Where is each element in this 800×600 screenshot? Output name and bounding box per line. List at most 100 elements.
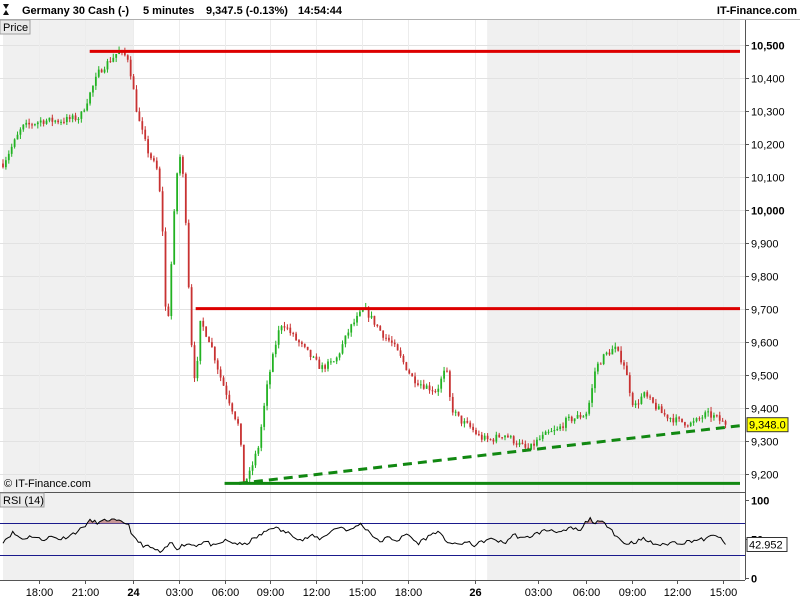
candle-body — [248, 470, 251, 479]
candle-body — [486, 435, 489, 440]
candle-body — [605, 352, 608, 355]
candle-body — [573, 418, 576, 422]
candle-body — [205, 326, 208, 337]
candle-body — [576, 414, 579, 419]
time-tick-label: 21:00 — [72, 587, 100, 599]
candle-body — [263, 405, 266, 427]
candle-body — [422, 384, 425, 389]
candle-body — [80, 111, 83, 119]
candle-body — [173, 211, 176, 265]
candle-body — [515, 443, 518, 445]
candle-body — [657, 406, 660, 410]
candle-body — [504, 435, 506, 438]
candle-body — [298, 340, 300, 343]
candle-body — [356, 315, 358, 323]
price-tick-label: 9,700 — [751, 305, 779, 317]
candle-body — [5, 160, 7, 168]
candle-body — [385, 337, 387, 339]
candle-body — [295, 333, 297, 341]
candle-body — [631, 392, 634, 406]
candle-body — [579, 414, 582, 418]
price-axis[interactable]: 10,500 10,400 10,300 10,200 10,100 10,000 9,90… — [745, 41, 785, 482]
candle-body — [599, 363, 602, 365]
candle-body — [614, 346, 617, 349]
candle-body — [483, 435, 486, 440]
candle-body — [22, 124, 25, 130]
candle-body — [399, 350, 402, 356]
price-tick-label: 9,800 — [751, 272, 779, 284]
candle-body — [144, 129, 147, 140]
candle-body — [536, 439, 538, 446]
candle-body — [251, 465, 254, 471]
candle-body — [446, 370, 448, 372]
candle-body — [477, 434, 480, 436]
time-axis[interactable]: 18:00 21:00 24 03:00 06:00 09:00 12:00 15:00 18:… — [26, 580, 738, 599]
candle-body — [89, 92, 91, 104]
candle-body — [692, 421, 695, 423]
candle-body — [556, 429, 559, 431]
candle-body — [315, 356, 318, 360]
candle-body — [51, 117, 54, 122]
candle-body — [187, 222, 190, 288]
candle-body — [707, 411, 710, 413]
candle-body — [335, 357, 338, 362]
price-tick-label: 10,400 — [751, 74, 785, 86]
candle-body — [42, 120, 45, 124]
candle-body — [184, 173, 187, 223]
candle-body — [216, 360, 219, 370]
time-tick-label: 18:00 — [395, 587, 423, 599]
last-price-value: 9,348.0 — [749, 420, 786, 432]
candle-body — [724, 421, 727, 425]
candle-body — [86, 103, 89, 111]
candle-body — [269, 371, 271, 385]
candle-body — [594, 371, 596, 389]
candle-body — [655, 402, 657, 410]
candle-body — [10, 146, 13, 154]
candle-body — [254, 453, 257, 466]
candle-body — [425, 385, 428, 389]
candle-body — [25, 122, 28, 125]
session-shading — [3, 20, 740, 492]
candle-body — [150, 153, 152, 159]
candle-body — [512, 436, 515, 444]
candle-body — [39, 120, 42, 123]
candle-body — [68, 117, 71, 120]
candle-body — [63, 121, 65, 123]
price-tick-label: 9,600 — [751, 338, 779, 350]
candle-body — [565, 417, 567, 428]
time-tick-label: 15:00 — [349, 587, 377, 599]
candle-body — [373, 315, 376, 325]
candle-body — [344, 335, 347, 345]
candle-body — [28, 122, 31, 125]
candle-body — [115, 54, 118, 58]
price-tick-label: 10,500 — [751, 41, 785, 53]
candle-body — [695, 418, 698, 422]
candle-body — [182, 156, 184, 174]
time-tick-label: 12:00 — [303, 587, 331, 599]
candle-body — [237, 419, 239, 424]
candle-body — [106, 61, 109, 70]
candle-body — [498, 434, 501, 438]
candle-body — [434, 391, 437, 393]
candle-body — [402, 355, 405, 363]
candle-body — [553, 430, 556, 432]
candle-body — [675, 417, 678, 423]
candle-body — [147, 139, 149, 154]
candle-body — [472, 426, 474, 430]
candle-body — [303, 343, 306, 347]
candle-body — [2, 163, 4, 168]
candle-body — [234, 411, 237, 420]
chart-interval[interactable]: 5 minutes — [143, 5, 194, 17]
price-tick-label: 9,500 — [751, 371, 779, 383]
candle-body — [596, 363, 599, 372]
candle-body — [689, 422, 692, 426]
candle-body — [460, 415, 463, 424]
rsi-tick-label: 100 — [751, 496, 769, 508]
candle-body — [34, 124, 36, 126]
candle-body — [698, 418, 701, 420]
candle-body — [492, 439, 495, 442]
candle-body — [643, 392, 646, 397]
candle-body — [440, 378, 443, 389]
time-tick-label: 12:00 — [664, 587, 692, 599]
candle-body — [97, 69, 100, 77]
